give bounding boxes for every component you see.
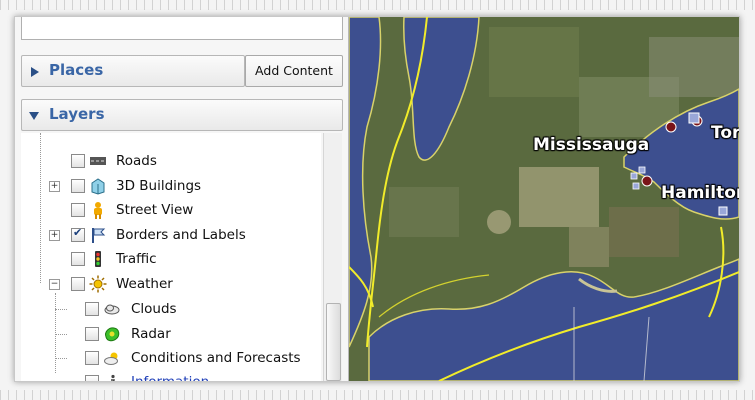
places-header[interactable]: Places [21,55,245,87]
info-icon [111,374,115,381]
layer-item-weather[interactable]: − Weather [21,273,321,295]
expand-arrow-icon [31,67,39,77]
layer-item-clouds[interactable]: Clouds [21,298,321,320]
layer-label: Clouds [131,301,177,317]
layer-label: Radar [131,326,171,342]
traffic-light-icon [95,251,101,267]
layer-item-traffic[interactable]: Traffic [21,248,321,270]
buildings-icon [91,178,105,195]
layers-title: Layers [49,105,105,123]
scrollbar-thumb[interactable] [326,303,341,381]
search-panel-bottom[interactable] [21,17,343,40]
layer-item-information[interactable]: Information [21,371,321,381]
information-checkbox[interactable] [85,375,99,381]
flag-icon [92,228,106,243]
map-label-toronto[interactable]: Toro [711,123,739,143]
map-label-hamilton[interactable]: Hamilton [661,183,739,203]
conditions-and-forecasts-checkbox[interactable] [85,351,99,365]
borders-and-labels-checkbox[interactable] [71,226,85,242]
expand-plus-icon[interactable]: + [49,181,60,192]
sun-icon [89,275,107,293]
layers-header[interactable]: Layers [21,99,343,131]
clouds-icon [104,304,120,315]
layer-item-roads[interactable]: Roads [21,150,321,172]
places-title: Places [49,61,104,79]
layer-item-street-view[interactable]: Street View [21,199,321,221]
expand-plus-icon[interactable]: + [49,230,60,241]
clouds-checkbox[interactable] [85,302,99,316]
collapse-minus-icon[interactable]: − [49,279,60,290]
traffic-checkbox[interactable] [71,252,85,266]
google-earth-window: Places Add Content Layers Roads + 3D Bui… [14,16,740,382]
layer-label: Borders and Labels [116,227,246,243]
layer-item-conditions-and-forecasts[interactable]: Conditions and Forecasts [21,347,321,369]
layer-label: 3D Buildings [116,178,202,194]
layer-item-3d-buildings[interactable]: + 3D Buildings [21,175,321,197]
layer-label: Roads [116,153,157,169]
3d-buildings-checkbox[interactable] [71,179,85,193]
layer-item-borders-and-labels[interactable]: + Borders and Labels [21,224,321,246]
layer-item-radar[interactable]: Radar [21,323,321,345]
add-content-button[interactable]: Add Content [245,55,343,87]
radar-icon [105,327,120,342]
layer-label: Street View [116,202,194,218]
layers-scrollbar[interactable] [323,133,342,381]
street-view-checkbox[interactable] [71,203,85,217]
road-icon [90,157,106,165]
map-view[interactable]: Mississauga Toro Hamilton [349,17,739,381]
layer-label: Traffic [116,251,157,267]
information-link[interactable]: Information [131,374,209,381]
pegman-icon [94,202,102,219]
map-label-mississauga[interactable]: Mississauga [533,135,649,155]
sidebar-panel: Places Add Content Layers Roads + 3D Bui… [15,17,349,381]
radar-checkbox[interactable] [85,327,99,341]
roads-checkbox[interactable] [71,154,85,168]
collapse-arrow-icon [29,112,39,120]
layer-label: Conditions and Forecasts [131,350,301,366]
forecast-icon [104,352,118,365]
layer-label: Weather [116,276,173,292]
layers-tree: Roads + 3D Buildings Street View + ✔ Bor… [21,133,321,381]
weather-checkbox[interactable] [71,277,85,291]
